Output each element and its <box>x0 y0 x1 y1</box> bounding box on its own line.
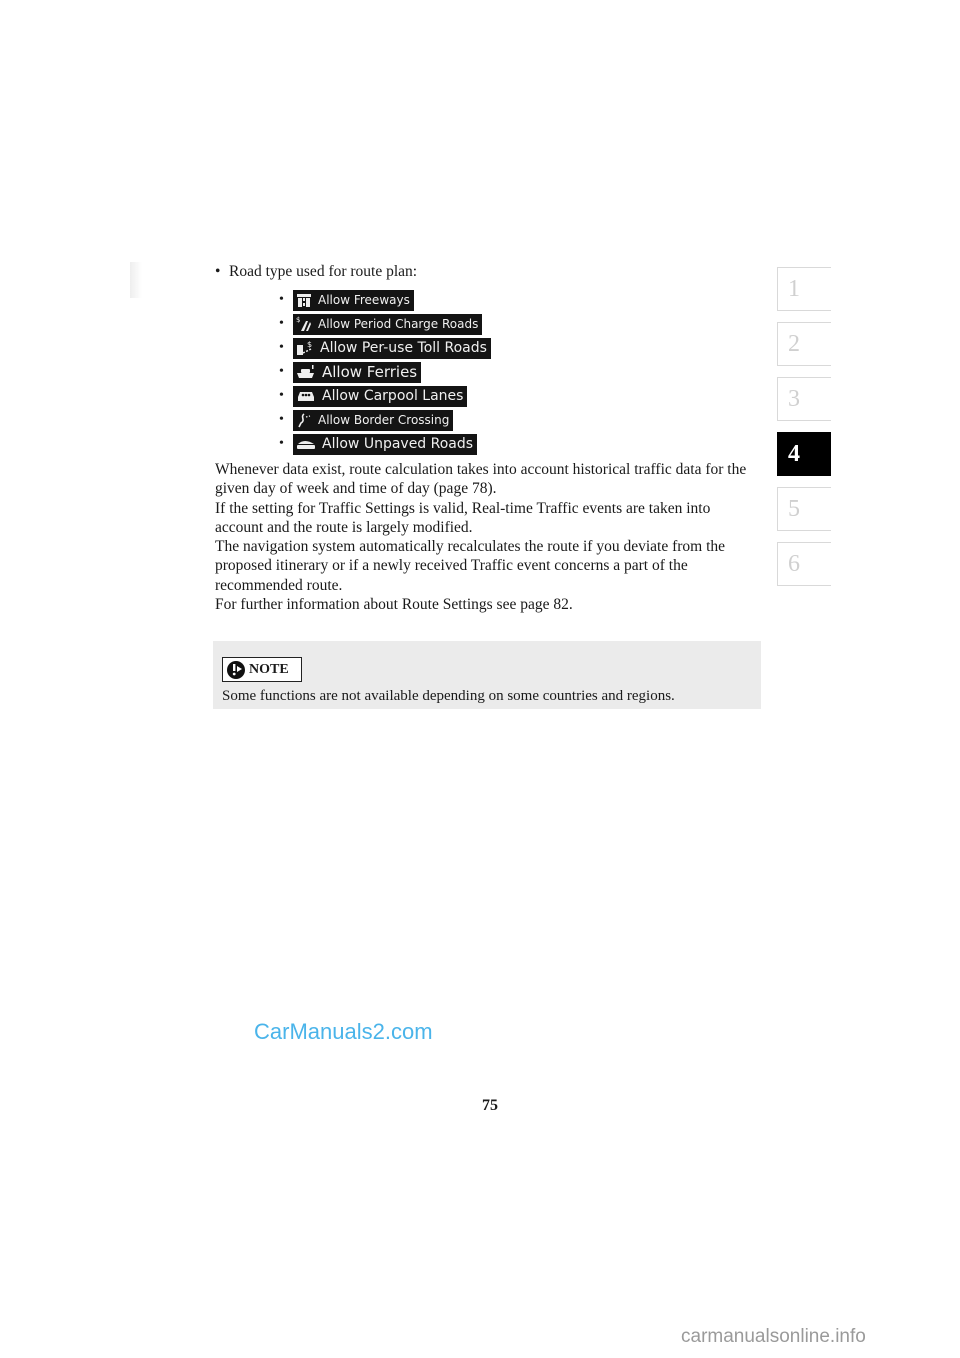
option-label: Allow Border Crossing <box>318 413 450 427</box>
list-item: • $ Allow Per-use Toll Roads <box>279 336 491 360</box>
bullet: • <box>279 436 284 451</box>
chapter-tab-3[interactable]: 3 <box>777 377 831 421</box>
bullet: • <box>279 388 284 403</box>
chapter-tab-6[interactable]: 6 <box>777 542 831 586</box>
paragraph: For further information about Route Sett… <box>215 596 573 614</box>
bullet: • <box>215 263 221 280</box>
road-type-list: • Allow Freeways • $ Allow Period Charge… <box>279 288 491 456</box>
ferry-icon <box>297 365 314 378</box>
allow-unpaved-roads-badge: Allow Unpaved Roads <box>293 433 478 455</box>
road-type-intro: • Road type used for route plan: <box>215 263 417 281</box>
svg-text:$: $ <box>296 316 300 324</box>
chapter-tabs: 1 2 3 4 5 6 <box>777 267 831 597</box>
freeway-icon <box>297 294 311 307</box>
chapter-tab-4[interactable]: 4 <box>777 432 831 476</box>
route-calculation-text: Whenever data exist, route calculation t… <box>215 460 755 614</box>
carpool-icon <box>298 392 314 401</box>
list-item: • Allow Unpaved Roads <box>279 432 491 456</box>
paragraph: Whenever data exist, route calculation t… <box>215 461 747 498</box>
allow-carpool-lanes-badge: Allow Carpool Lanes <box>293 385 468 407</box>
watermark-carmanualsonline[interactable]: carmanualsonline.info <box>681 1326 866 1348</box>
bullet: • <box>279 364 284 379</box>
allow-ferries-badge: Allow Ferries <box>293 361 422 383</box>
list-item: • $ Allow Period Charge Roads <box>279 312 491 336</box>
margin-marker <box>130 262 142 298</box>
chapter-tab-5[interactable]: 5 <box>777 487 831 531</box>
chapter-tab-2[interactable]: 2 <box>777 322 831 366</box>
option-label: Allow Carpool Lanes <box>322 388 464 404</box>
note-icon <box>227 660 245 679</box>
allow-border-crossing-badge: Allow Border Crossing <box>293 409 454 431</box>
note-text: Some functions are not available dependi… <box>222 688 675 704</box>
note-title: NOTE <box>249 661 289 677</box>
allow-toll-roads-badge: $ Allow Per-use Toll Roads <box>293 337 491 359</box>
allow-freeways-badge: Allow Freeways <box>293 289 414 311</box>
bullet: • <box>279 292 284 307</box>
option-label: Allow Ferries <box>322 363 418 381</box>
allow-period-charge-roads-badge: $ Allow Period Charge Roads <box>293 313 483 335</box>
svg-text:$: $ <box>307 340 312 349</box>
option-label: Allow Unpaved Roads <box>322 436 474 452</box>
watermark-carmanuals2[interactable]: CarManuals2.com <box>254 1019 433 1045</box>
list-item: • Allow Ferries <box>279 360 491 384</box>
option-label: Allow Freeways <box>318 293 410 307</box>
unpaved-road-icon <box>297 441 315 449</box>
list-item: • Allow Freeways <box>279 288 491 312</box>
option-label: Allow Period Charge Roads <box>318 317 479 331</box>
chapter-tab-1[interactable]: 1 <box>777 267 831 311</box>
bullet: • <box>279 412 284 427</box>
period-charge-road-icon: $ <box>296 316 311 331</box>
list-item: • Allow Carpool Lanes <box>279 384 491 408</box>
bullet: • <box>279 316 284 331</box>
list-item: • Allow Border Crossing <box>279 408 491 432</box>
toll-road-icon: $ <box>297 340 312 355</box>
paragraph: The navigation system automatically reca… <box>215 538 726 594</box>
note-box: NOTE Some functions are not available de… <box>213 641 761 709</box>
bullet: • <box>279 340 284 355</box>
option-label: Allow Per-use Toll Roads <box>320 340 487 356</box>
page-number: 75 <box>482 1097 498 1114</box>
note-label: NOTE <box>222 657 302 682</box>
paragraph: If the setting for Traffic Settings is v… <box>215 499 711 536</box>
intro-text: Road type used for route plan: <box>229 263 418 280</box>
border-crossing-icon <box>298 413 311 428</box>
